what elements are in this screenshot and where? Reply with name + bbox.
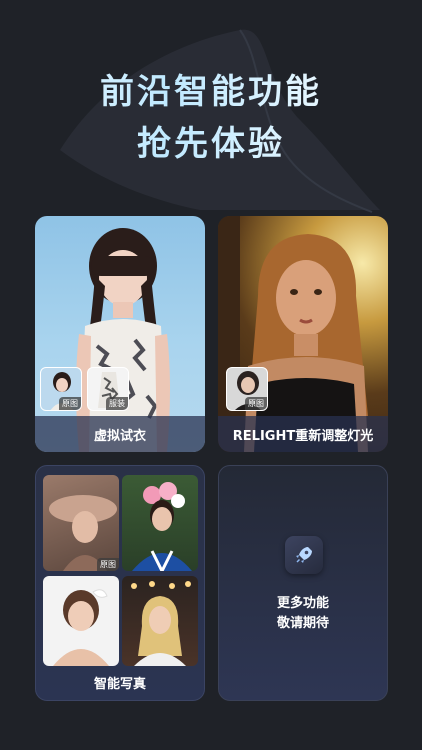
- hero-line-1: 前沿智能功能: [0, 66, 422, 118]
- coming-soon-line-1: 更多功能: [276, 596, 329, 611]
- coming-soon-card: 更多功能 敬请期待: [218, 465, 388, 701]
- relight-original-thumb[interactable]: 原图: [226, 367, 268, 411]
- smart-portrait-label: 智能写真: [93, 676, 146, 692]
- virtual-try-on-label: 虚拟试衣: [35, 416, 205, 452]
- relight-original-tag: 原图: [245, 397, 267, 410]
- relight-label: RELIGHT重新调整灯光: [218, 416, 388, 452]
- portrait-photo-blonde: [122, 576, 198, 666]
- rocket-icon: [285, 536, 323, 574]
- hero-line-2: 抢先体验: [0, 118, 422, 170]
- outfit-tag: 服装: [106, 397, 128, 410]
- outfit-thumb[interactable]: 服装: [87, 367, 129, 411]
- smart-portrait-card[interactable]: 原图 智能写真: [35, 465, 205, 701]
- coming-soon-line-2: 敬请期待: [276, 616, 329, 631]
- portrait-photo-hat: 原图: [43, 475, 119, 571]
- coming-soon-text: 更多功能 敬请期待: [219, 594, 387, 634]
- original-thumb[interactable]: 原图: [40, 367, 82, 411]
- portrait-photo-floral: [122, 475, 198, 571]
- portrait-photo-bow: [43, 576, 119, 666]
- original-tag: 原图: [59, 397, 81, 410]
- relight-card[interactable]: 原图 RELIGHT重新调整灯光: [218, 216, 388, 452]
- virtual-try-on-card[interactable]: 原图 服装 虚拟试衣: [35, 216, 205, 452]
- portrait-original-tag: 原图: [97, 558, 119, 571]
- hero-title: 前沿智能功能 抢先体验: [0, 66, 422, 170]
